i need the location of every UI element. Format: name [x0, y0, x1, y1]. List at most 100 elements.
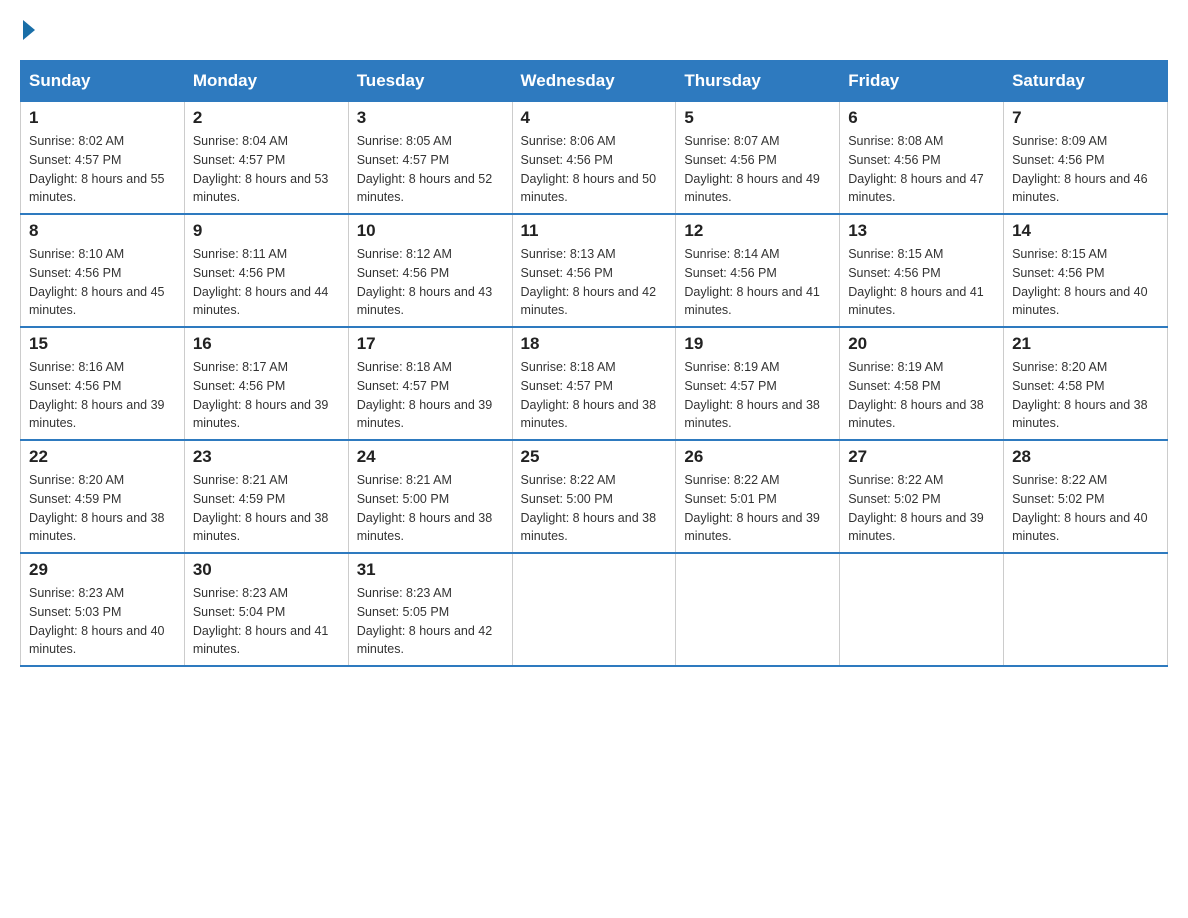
day-info: Sunrise: 8:18 AMSunset: 4:57 PMDaylight:…: [357, 358, 504, 433]
day-number: 4: [521, 108, 668, 128]
calendar-cell: [840, 553, 1004, 666]
calendar-cell: 1 Sunrise: 8:02 AMSunset: 4:57 PMDaylight…: [21, 102, 185, 215]
calendar-cell: 16Sunrise: 8:17 AMSunset: 4:56 PMDayligh…: [184, 327, 348, 440]
calendar-cell: 21 Sunrise: 8:20 AMSunset: 4:58 PMDayligh…: [1004, 327, 1168, 440]
day-number: 9: [193, 221, 340, 241]
calendar-cell: 31 Sunrise: 8:23 AMSunset: 5:05 PMDayligh…: [348, 553, 512, 666]
week-row-2: 8Sunrise: 8:10 AMSunset: 4:56 PMDaylight…: [21, 214, 1168, 327]
day-number: 25: [521, 447, 668, 467]
calendar-header: SundayMondayTuesdayWednesdayThursdayFrid…: [21, 61, 1168, 102]
calendar-cell: 17 Sunrise: 8:18 AMSunset: 4:57 PMDayligh…: [348, 327, 512, 440]
day-number: 29: [29, 560, 176, 580]
calendar-cell: 26Sunrise: 8:22 AMSunset: 5:01 PMDayligh…: [676, 440, 840, 553]
calendar-cell: 30Sunrise: 8:23 AMSunset: 5:04 PMDayligh…: [184, 553, 348, 666]
day-info: Sunrise: 8:18 AMSunset: 4:57 PMDaylight:…: [521, 358, 668, 433]
day-info: Sunrise: 8:15 AMSunset: 4:56 PMDaylight:…: [848, 245, 995, 320]
day-number: 22: [29, 447, 176, 467]
day-number: 14: [1012, 221, 1159, 241]
day-info: Sunrise: 8:22 AMSunset: 5:00 PMDaylight:…: [521, 471, 668, 546]
calendar-cell: 12 Sunrise: 8:14 AMSunset: 4:56 PMDayligh…: [676, 214, 840, 327]
day-info: Sunrise: 8:17 AMSunset: 4:56 PMDaylight:…: [193, 358, 340, 433]
day-info: Sunrise: 8:09 AMSunset: 4:56 PMDaylight:…: [1012, 132, 1159, 207]
calendar-cell: 8Sunrise: 8:10 AMSunset: 4:56 PMDaylight…: [21, 214, 185, 327]
calendar-cell: 10 Sunrise: 8:12 AMSunset: 4:56 PMDayligh…: [348, 214, 512, 327]
day-number: 6: [848, 108, 995, 128]
day-info: Sunrise: 8:04 AMSunset: 4:57 PMDaylight:…: [193, 132, 340, 207]
calendar-cell: 15 Sunrise: 8:16 AMSunset: 4:56 PMDayligh…: [21, 327, 185, 440]
day-number: 1: [29, 108, 176, 128]
day-header-wednesday: Wednesday: [512, 61, 676, 102]
day-number: 24: [357, 447, 504, 467]
day-number: 7: [1012, 108, 1159, 128]
day-number: 31: [357, 560, 504, 580]
day-number: 17: [357, 334, 504, 354]
calendar-cell: 23Sunrise: 8:21 AMSunset: 4:59 PMDayligh…: [184, 440, 348, 553]
day-info: Sunrise: 8:19 AMSunset: 4:58 PMDaylight:…: [848, 358, 995, 433]
calendar-cell: 20 Sunrise: 8:19 AMSunset: 4:58 PMDayligh…: [840, 327, 1004, 440]
page-header: [20, 20, 1168, 40]
day-info: Sunrise: 8:14 AMSunset: 4:56 PMDaylight:…: [684, 245, 831, 320]
day-number: 10: [357, 221, 504, 241]
calendar-cell: 11Sunrise: 8:13 AMSunset: 4:56 PMDayligh…: [512, 214, 676, 327]
day-number: 8: [29, 221, 176, 241]
day-info: Sunrise: 8:05 AMSunset: 4:57 PMDaylight:…: [357, 132, 504, 207]
day-number: 20: [848, 334, 995, 354]
day-number: 23: [193, 447, 340, 467]
calendar-cell: [512, 553, 676, 666]
day-number: 27: [848, 447, 995, 467]
logo-triangle-icon: [23, 20, 35, 40]
calendar-cell: [676, 553, 840, 666]
day-info: Sunrise: 8:06 AMSunset: 4:56 PMDaylight:…: [521, 132, 668, 207]
day-number: 21: [1012, 334, 1159, 354]
day-number: 5: [684, 108, 831, 128]
week-row-3: 15 Sunrise: 8:16 AMSunset: 4:56 PMDayligh…: [21, 327, 1168, 440]
calendar-cell: 7 Sunrise: 8:09 AMSunset: 4:56 PMDaylight…: [1004, 102, 1168, 215]
day-number: 15: [29, 334, 176, 354]
calendar-cell: 9 Sunrise: 8:11 AMSunset: 4:56 PMDaylight…: [184, 214, 348, 327]
day-number: 3: [357, 108, 504, 128]
day-number: 19: [684, 334, 831, 354]
calendar-cell: 3 Sunrise: 8:05 AMSunset: 4:57 PMDaylight…: [348, 102, 512, 215]
day-info: Sunrise: 8:16 AMSunset: 4:56 PMDaylight:…: [29, 358, 176, 433]
day-info: Sunrise: 8:22 AMSunset: 5:02 PMDaylight:…: [848, 471, 995, 546]
day-info: Sunrise: 8:20 AMSunset: 4:59 PMDaylight:…: [29, 471, 176, 546]
day-header-monday: Monday: [184, 61, 348, 102]
calendar-table: SundayMondayTuesdayWednesdayThursdayFrid…: [20, 60, 1168, 667]
calendar-cell: 5Sunrise: 8:07 AMSunset: 4:56 PMDaylight…: [676, 102, 840, 215]
day-info: Sunrise: 8:11 AMSunset: 4:56 PMDaylight:…: [193, 245, 340, 320]
calendar-cell: 4 Sunrise: 8:06 AMSunset: 4:56 PMDaylight…: [512, 102, 676, 215]
calendar-cell: [1004, 553, 1168, 666]
day-info: Sunrise: 8:23 AMSunset: 5:05 PMDaylight:…: [357, 584, 504, 659]
calendar-cell: 29 Sunrise: 8:23 AMSunset: 5:03 PMDayligh…: [21, 553, 185, 666]
calendar-cell: 13 Sunrise: 8:15 AMSunset: 4:56 PMDayligh…: [840, 214, 1004, 327]
day-number: 11: [521, 221, 668, 241]
calendar-cell: 27 Sunrise: 8:22 AMSunset: 5:02 PMDayligh…: [840, 440, 1004, 553]
day-info: Sunrise: 8:12 AMSunset: 4:56 PMDaylight:…: [357, 245, 504, 320]
calendar-cell: 28 Sunrise: 8:22 AMSunset: 5:02 PMDayligh…: [1004, 440, 1168, 553]
calendar-cell: 19 Sunrise: 8:19 AMSunset: 4:57 PMDayligh…: [676, 327, 840, 440]
calendar-cell: 6 Sunrise: 8:08 AMSunset: 4:56 PMDaylight…: [840, 102, 1004, 215]
logo: [20, 20, 35, 40]
calendar-cell: 2Sunrise: 8:04 AMSunset: 4:57 PMDaylight…: [184, 102, 348, 215]
day-number: 26: [684, 447, 831, 467]
day-number: 28: [1012, 447, 1159, 467]
day-info: Sunrise: 8:23 AMSunset: 5:03 PMDaylight:…: [29, 584, 176, 659]
day-header-tuesday: Tuesday: [348, 61, 512, 102]
day-info: Sunrise: 8:20 AMSunset: 4:58 PMDaylight:…: [1012, 358, 1159, 433]
day-info: Sunrise: 8:08 AMSunset: 4:56 PMDaylight:…: [848, 132, 995, 207]
calendar-cell: 25 Sunrise: 8:22 AMSunset: 5:00 PMDayligh…: [512, 440, 676, 553]
calendar-cell: 24 Sunrise: 8:21 AMSunset: 5:00 PMDayligh…: [348, 440, 512, 553]
day-info: Sunrise: 8:22 AMSunset: 5:02 PMDaylight:…: [1012, 471, 1159, 546]
day-info: Sunrise: 8:19 AMSunset: 4:57 PMDaylight:…: [684, 358, 831, 433]
calendar-cell: 22 Sunrise: 8:20 AMSunset: 4:59 PMDayligh…: [21, 440, 185, 553]
week-row-4: 22 Sunrise: 8:20 AMSunset: 4:59 PMDayligh…: [21, 440, 1168, 553]
day-number: 18: [521, 334, 668, 354]
day-header-saturday: Saturday: [1004, 61, 1168, 102]
day-info: Sunrise: 8:21 AMSunset: 5:00 PMDaylight:…: [357, 471, 504, 546]
day-info: Sunrise: 8:02 AMSunset: 4:57 PMDaylight:…: [29, 132, 176, 207]
day-number: 12: [684, 221, 831, 241]
logo-top: [20, 20, 35, 40]
day-number: 13: [848, 221, 995, 241]
day-header-thursday: Thursday: [676, 61, 840, 102]
day-number: 30: [193, 560, 340, 580]
